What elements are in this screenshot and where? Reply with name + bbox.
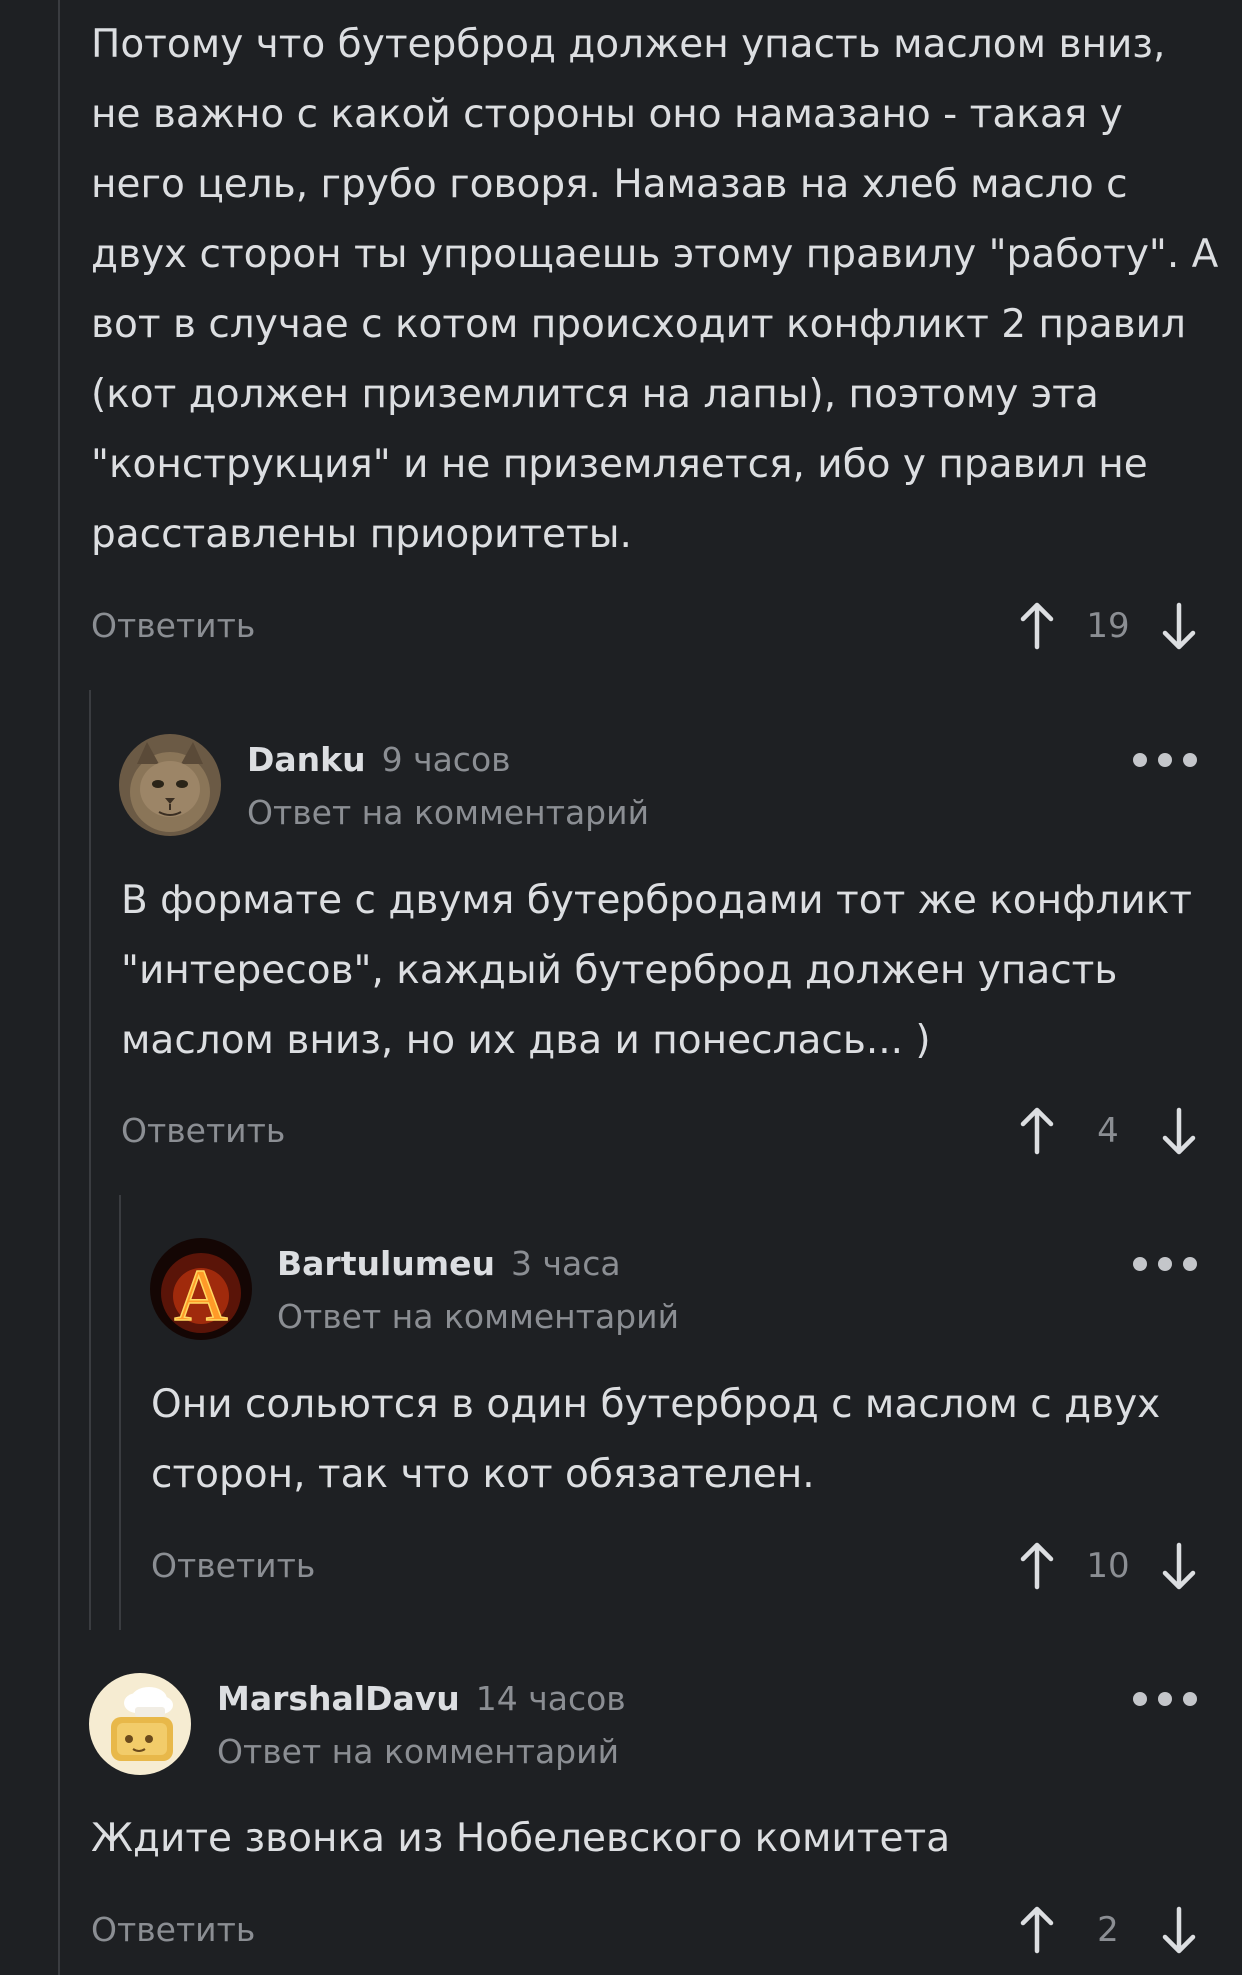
more-dots-icon [1133,753,1147,767]
fire-letter-a-avatar: A [150,1238,252,1340]
thread-line-outer [58,0,60,1975]
more-dots-icon [1158,1257,1172,1271]
reply-to-label[interactable]: Ответ на комментарий [277,1297,679,1337]
arrow-up-icon [1020,1542,1054,1590]
author-name-text: MarshalDavu [217,1679,460,1718]
author-name[interactable]: Bartulumeu 3 часа [277,1244,621,1284]
downvote-button[interactable] [1154,1102,1204,1160]
more-dots-icon [1158,1692,1172,1706]
avatar[interactable] [119,734,221,836]
comment-text-line: расставлены приоритеты. [91,512,632,557]
comment-text-line: него цель, грубо говоря. Намазав на хлеб… [91,162,1128,207]
comment-text-line: маслом вниз, но их два и понеслась... ) [121,1018,931,1063]
avatar-letter: A [174,1255,227,1337]
upvote-button[interactable] [1012,1901,1062,1959]
vote-controls: 4 [1012,1102,1204,1160]
author-name[interactable]: Danku 9 часов [247,740,511,780]
comment-text-line: "интересов", каждый бутерброд должен упа… [121,948,1118,993]
vote-controls: 19 [1012,597,1204,655]
reply-button[interactable]: Ответить [121,1111,285,1151]
more-dots-icon [1158,753,1172,767]
upvote-button[interactable] [1012,1102,1062,1160]
upvote-button[interactable] [1012,597,1062,655]
comment-text-line: Ждите звонка из Нобелевского комитета [91,1816,951,1861]
downvote-button[interactable] [1154,1901,1204,1959]
comment-text-line: "конструкция" и не приземляется, ибо у п… [91,442,1148,487]
toast-chef-avatar [89,1673,191,1775]
thread-line-level-2 [119,1195,121,1630]
arrow-up-icon [1020,1107,1054,1155]
author-name-text: Danku [247,740,366,779]
arrow-up-icon [1020,602,1054,650]
comment-text: В формате с двумя бутербродами тот же ко… [121,866,1192,1076]
vote-controls: 2 [1012,1901,1204,1959]
author-name[interactable]: MarshalDavu 14 часов [217,1679,626,1719]
reply-button[interactable]: Ответить [91,1910,255,1950]
comment-text: Ждите звонка из Нобелевского комитета [91,1804,950,1874]
comment-text-line: Они сольются в один бутерброд с маслом с… [151,1382,1161,1427]
comment-text: Они сольются в один бутерброд с маслом с… [151,1370,1160,1510]
arrow-up-icon [1020,1906,1054,1954]
reply-to-label[interactable]: Ответ на комментарий [247,793,649,833]
more-dots-icon [1133,1257,1147,1271]
arrow-down-icon [1162,1906,1196,1954]
avatar[interactable] [89,1673,191,1775]
reply-button[interactable]: Ответить [151,1546,315,1586]
thread-line-level-1 [89,690,91,1630]
more-button[interactable] [1133,1686,1197,1712]
vote-score: 10 [1086,1546,1130,1586]
arrow-down-icon [1162,602,1196,650]
reply-button[interactable]: Ответить [91,606,255,646]
vote-score: 2 [1097,1910,1119,1950]
more-button[interactable] [1133,1251,1197,1277]
comment-time: 14 часов [475,1679,626,1718]
comment-text-line: вот в случае с котом происходит конфликт… [91,302,1186,347]
cat-photo-avatar [119,734,221,836]
comment-text-line: (кот должен приземлится на лапы), поэтом… [91,372,1099,417]
comment-text-line: не важно с какой стороны оно намазано - … [91,92,1123,137]
avatar[interactable]: A [150,1238,252,1340]
comment-time: 9 часов [381,740,511,779]
downvote-button[interactable] [1154,597,1204,655]
more-button[interactable] [1133,747,1197,773]
arrow-down-icon [1162,1542,1196,1590]
comment-text-line: двух сторон ты упрощаешь этому правилу "… [91,232,1219,277]
downvote-button[interactable] [1154,1537,1204,1595]
comment-time: 3 часа [511,1244,621,1283]
vote-score: 4 [1097,1111,1119,1151]
reply-to-label[interactable]: Ответ на комментарий [217,1732,619,1772]
vote-controls: 10 [1012,1537,1204,1595]
comment-text-line: Потому что бутерброд должен упасть масло… [91,22,1166,67]
comment-text-line: В формате с двумя бутербродами тот же ко… [121,878,1193,923]
more-dots-icon [1183,753,1197,767]
upvote-button[interactable] [1012,1537,1062,1595]
more-dots-icon [1183,1257,1197,1271]
comment-text: Потому что бутерброд должен упасть масло… [91,10,1218,570]
comment-text-line: сторон, так что кот обязателен. [151,1452,815,1497]
vote-score: 19 [1086,606,1130,646]
more-dots-icon [1133,1692,1147,1706]
more-dots-icon [1183,1692,1197,1706]
author-name-text: Bartulumeu [277,1244,496,1283]
arrow-down-icon [1162,1107,1196,1155]
